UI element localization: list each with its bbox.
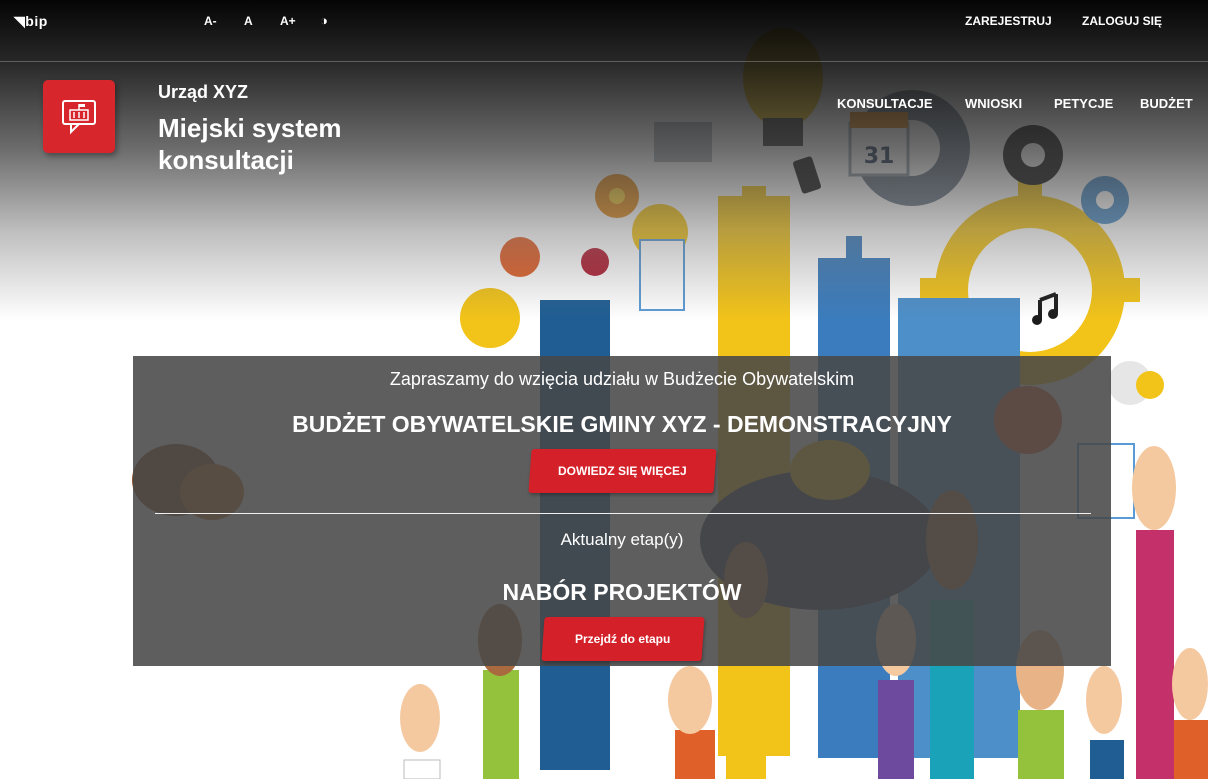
building-speech-icon — [62, 100, 96, 135]
nav-item-wnioski[interactable]: WNIOSKI — [965, 96, 1022, 111]
nav-item-petycje[interactable]: PETYCJE — [1054, 96, 1113, 111]
font-larger-button[interactable]: A+ — [280, 14, 296, 28]
register-link[interactable]: ZAREJESTRUJ — [965, 14, 1052, 28]
budget-banner: Zapraszamy do wzięcia udziału w Budżecie… — [133, 356, 1111, 666]
learn-more-button[interactable]: DOWIEDZ SIĘ WIĘCEJ — [528, 449, 717, 493]
org-name: Urząd XYZ — [158, 82, 249, 102]
page: 31 ◥bip A- A A+ ◑ ZAREJESTRUJ ZALOGUJ SI… — [0, 0, 1208, 779]
current-stage-name: NABÓR PROJEKTÓW — [502, 579, 742, 605]
contrast-icon[interactable]: ◑ — [320, 13, 328, 28]
learn-more-label: DOWIEDZ SIĘ WIĘCEJ — [558, 464, 687, 478]
budget-title: BUDŻET OBYWATELSKIE GMINY XYZ - DEMONSTR… — [292, 411, 952, 437]
go-to-stage-label: Przejdź do etapu — [575, 632, 671, 646]
font-normal-button[interactable]: A — [244, 14, 253, 28]
system-title: Miejski system konsultacji — [158, 113, 342, 175]
utility-bar: ◥bip A- A A+ ◑ ZAREJESTRUJ ZALOGUJ SIĘ — [0, 12, 1208, 50]
font-smaller-button[interactable]: A- — [204, 14, 217, 28]
bip-link[interactable]: ◥bip — [14, 13, 48, 30]
topbar-divider — [0, 61, 1208, 62]
bip-flag-icon: ◥ — [14, 13, 26, 29]
current-stage-label: Aktualny etap(y) — [560, 530, 684, 549]
nav-item-konsultacje[interactable]: KONSULTACJE — [837, 96, 933, 111]
login-link[interactable]: ZALOGUJ SIĘ — [1082, 14, 1162, 28]
site-logo[interactable] — [43, 80, 115, 153]
calendar-day: 31 — [864, 144, 895, 169]
banner-divider — [155, 513, 1091, 514]
go-to-stage-button[interactable]: Przejdź do etapu — [541, 617, 705, 661]
banner-intro: Zapraszamy do wzięcia udziału w Budżecie… — [389, 369, 855, 389]
nav-item-budzet[interactable]: BUDŻET — [1140, 96, 1193, 111]
